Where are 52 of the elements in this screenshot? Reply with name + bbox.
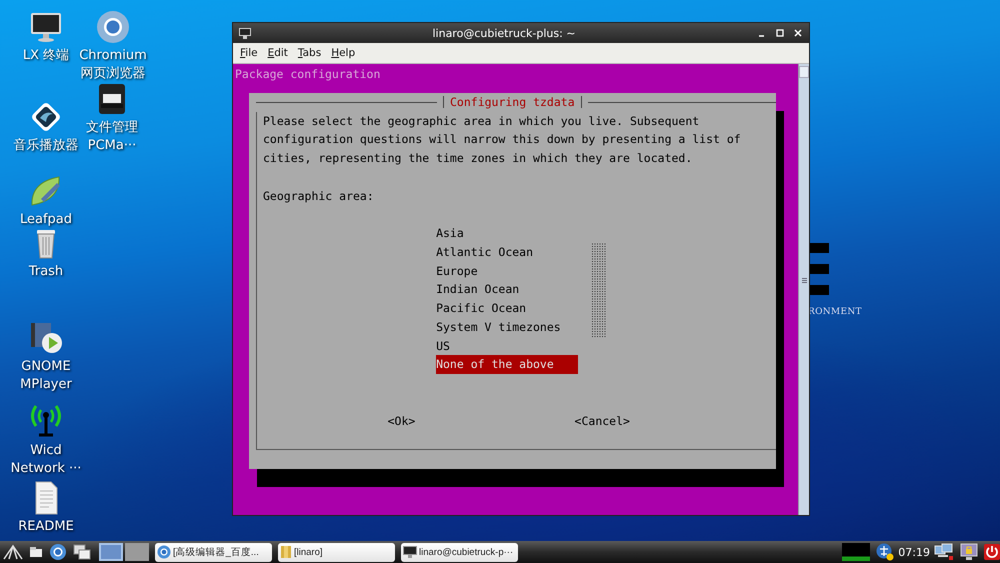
globe-icon[interactable]	[49, 543, 67, 561]
drawer-icon[interactable]	[29, 546, 43, 558]
monitor-icon[interactable]	[29, 10, 63, 44]
list-item[interactable]: Europe	[436, 262, 578, 280]
desktop-icon-label[interactable]: Leafpad	[20, 211, 72, 229]
list-item[interactable]: System V timezones	[436, 318, 578, 336]
wallpaper-logo-drawing	[810, 243, 829, 295]
windows-icon[interactable]	[73, 544, 91, 560]
power-icon[interactable]	[984, 543, 1000, 561]
video-play-icon[interactable]	[29, 321, 63, 355]
desktop-icon-label[interactable]: 音乐播放器	[14, 137, 78, 155]
taskbar-window-button[interactable]: [linaro]	[278, 542, 395, 562]
list-item[interactable]: Pacific Ocean	[436, 299, 578, 318]
menu-item[interactable]: Help	[326, 47, 360, 59]
list-item[interactable]: Atlantic Ocean	[436, 242, 578, 262]
desktop-icon-label[interactable]: Wicd Network ···	[10, 442, 82, 478]
desktop-icon-label[interactable]: GNOME MPlayer	[20, 358, 72, 394]
network-icon[interactable]	[934, 543, 954, 561]
scrollbar-grip-icon[interactable]	[802, 278, 806, 284]
clock[interactable]: 07:19	[898, 546, 930, 558]
close-icon[interactable]	[793, 28, 803, 38]
list-item[interactable]: None of the above	[436, 355, 578, 374]
prompt-label: Geographic area:	[263, 188, 375, 204]
menu-item[interactable]: Tabs	[292, 47, 326, 59]
taskbar-window-button[interactable]: [高级编辑器_百度...	[155, 542, 272, 562]
cpu-monitor-graph	[842, 543, 870, 561]
dialog-button[interactable]: <Cancel>	[574, 414, 630, 428]
list-item[interactable]: Indian Ocean	[436, 280, 578, 299]
leaf-pencil-icon[interactable]	[29, 174, 63, 208]
dialog-title: Configuring tzdata	[450, 94, 575, 111]
desktop-icon-label[interactable]: 文件管理 PCMa···	[86, 119, 138, 155]
menu-item[interactable]: File	[235, 47, 263, 59]
app-menu-icon[interactable]	[3, 544, 23, 560]
maximize-icon[interactable]	[775, 28, 785, 38]
list-item[interactable]: US	[436, 336, 578, 356]
monitor-icon[interactable]	[239, 28, 251, 38]
folder-icon	[280, 545, 292, 559]
monitor-icon	[403, 546, 417, 558]
dialog-message: Please select the geographic area in which you live. Subsequent configuration questions will narrow this down by presenting a list of cities, representing the time zones in which they are located.	[263, 112, 742, 167]
list-item[interactable]: Asia	[436, 224, 578, 243]
desktop-icon-label[interactable]: README	[18, 518, 74, 536]
menu-item[interactable]: Edit	[262, 47, 293, 59]
terminal-header-text: Package configuration	[235, 66, 382, 83]
wallpaper-text: RONMENT	[808, 307, 862, 317]
desktop-icon-label[interactable]: Trash	[28, 263, 64, 281]
input-method-icon[interactable]	[876, 543, 894, 561]
globe-icon	[157, 545, 171, 559]
padlock-icon[interactable]	[960, 543, 978, 561]
scrollbar[interactable]	[798, 64, 809, 515]
taskbar-window-button[interactable]: linaro@cubietruck-p···	[401, 542, 518, 562]
dialog-button[interactable]: <Ok>	[388, 414, 416, 428]
window-title: linaro@cubietruck-plus: ~	[431, 26, 577, 40]
